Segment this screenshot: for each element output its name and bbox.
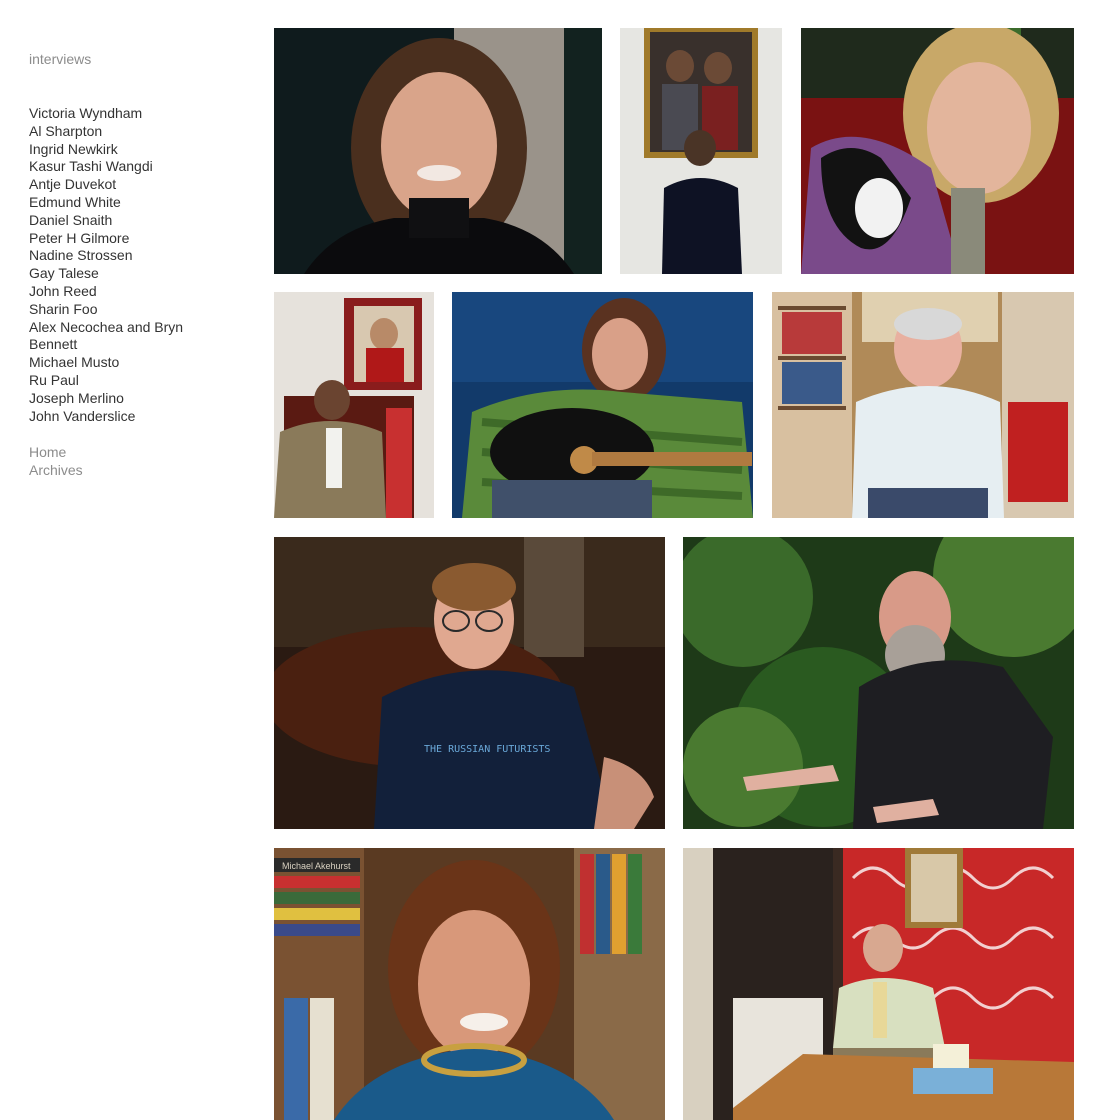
interview-list: Victoria Wyndham Al Sharpton Ingrid Newk… xyxy=(29,105,249,425)
photo-antje-duvekot[interactable] xyxy=(452,292,753,518)
interview-link[interactable]: Kasur Tashi Wangdi xyxy=(29,158,153,174)
list-item: John Vanderslice xyxy=(29,408,249,426)
portrait-image xyxy=(620,28,782,274)
list-item: Peter H Gilmore xyxy=(29,230,249,248)
list-item: Ingrid Newkirk xyxy=(29,141,249,159)
sidebar: interviews Victoria Wyndham Al Sharpton … xyxy=(29,50,249,479)
interview-link[interactable]: Alex Necochea and Bryn xyxy=(29,319,183,335)
interview-link[interactable]: Nadine Strossen xyxy=(29,247,133,263)
list-item: Joseph Merlino xyxy=(29,390,249,408)
list-item: Bennett xyxy=(29,336,249,354)
list-item: Daniel Snaith xyxy=(29,212,249,230)
portrait-image xyxy=(772,292,1074,518)
photo-ingrid-newkirk[interactable] xyxy=(801,28,1074,274)
interview-link[interactable]: Daniel Snaith xyxy=(29,212,112,228)
photo-al-sharpton[interactable] xyxy=(620,28,782,274)
interview-link[interactable]: Edmund White xyxy=(29,194,121,210)
site-title-link[interactable]: interviews xyxy=(29,50,249,68)
list-item: Alex Necochea and Bryn xyxy=(29,319,249,337)
list-item: Victoria Wyndham xyxy=(29,105,249,123)
photo-gay-talese[interactable] xyxy=(683,848,1074,1120)
interview-link[interactable]: Sharin Foo xyxy=(29,301,97,317)
book-spine-text: Michael Akehurst xyxy=(282,861,351,871)
nav-item-archives: Archives xyxy=(29,461,249,479)
interview-link[interactable]: Peter H Gilmore xyxy=(29,230,129,246)
list-item: Antje Duvekot xyxy=(29,176,249,194)
interview-link[interactable]: John Vanderslice xyxy=(29,408,135,424)
portrait-image xyxy=(683,537,1074,829)
list-item: Michael Musto xyxy=(29,354,249,372)
portrait-image xyxy=(801,28,1074,274)
list-item: Gay Talese xyxy=(29,265,249,283)
list-item: Ru Paul xyxy=(29,372,249,390)
nav-item-home: Home xyxy=(29,443,249,461)
home-link[interactable]: Home xyxy=(29,444,66,460)
interview-link[interactable]: Ingrid Newkirk xyxy=(29,141,118,157)
photo-nadine-strossen[interactable]: Michael Akehurst xyxy=(274,848,665,1120)
list-item: John Reed xyxy=(29,283,249,301)
interview-link[interactable]: Joseph Merlino xyxy=(29,390,124,406)
list-item: Al Sharpton xyxy=(29,123,249,141)
interview-link[interactable]: Bennett xyxy=(29,336,77,352)
portrait-image: Michael Akehurst xyxy=(274,848,665,1120)
photo-peter-h-gilmore[interactable] xyxy=(683,537,1074,829)
list-item: Edmund White xyxy=(29,194,249,212)
interview-link[interactable]: Al Sharpton xyxy=(29,123,102,139)
photo-edmund-white[interactable] xyxy=(772,292,1074,518)
shirt-text: THE RUSSIAN FUTURISTS xyxy=(424,744,550,755)
list-item: Nadine Strossen xyxy=(29,247,249,265)
interview-link[interactable]: Michael Musto xyxy=(29,354,119,370)
archives-link[interactable]: Archives xyxy=(29,462,83,478)
photo-daniel-snaith[interactable]: THE RUSSIAN FUTURISTS xyxy=(274,537,665,829)
portrait-image xyxy=(274,28,602,274)
photo-victoria-wyndham[interactable] xyxy=(274,28,602,274)
list-item: Kasur Tashi Wangdi xyxy=(29,158,249,176)
site-nav: Home Archives xyxy=(29,443,249,479)
interview-link[interactable]: Gay Talese xyxy=(29,265,99,281)
list-item: Sharin Foo xyxy=(29,301,249,319)
photo-kasur-tashi-wangdi[interactable] xyxy=(274,292,434,518)
interview-link[interactable]: John Reed xyxy=(29,283,97,299)
portrait-image xyxy=(683,848,1074,1120)
interview-link[interactable]: Ru Paul xyxy=(29,372,79,388)
interview-link[interactable]: Victoria Wyndham xyxy=(29,105,142,121)
interview-link[interactable]: Antje Duvekot xyxy=(29,176,116,192)
portrait-image xyxy=(452,292,753,518)
portrait-image: THE RUSSIAN FUTURISTS xyxy=(274,537,665,829)
portrait-image xyxy=(274,292,434,518)
